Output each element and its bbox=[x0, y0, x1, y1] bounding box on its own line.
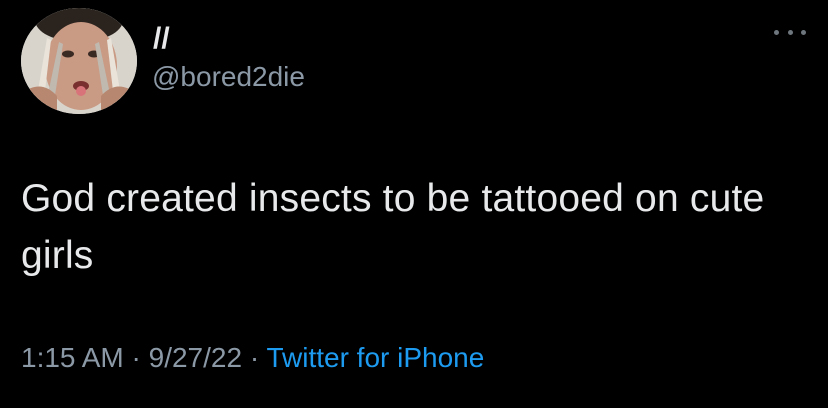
avatar-photo bbox=[21, 8, 137, 114]
meta-separator: · bbox=[131, 342, 141, 373]
more-dot bbox=[801, 29, 806, 35]
tweet-meta: 1:15 AM · 9/27/22 · Twitter for iPhone bbox=[21, 340, 484, 376]
meta-separator: · bbox=[249, 342, 260, 373]
more-dot bbox=[774, 29, 779, 35]
display-name[interactable]: // bbox=[153, 22, 170, 56]
avatar[interactable] bbox=[21, 8, 137, 114]
tweet-text: God created insects to be tattooed on cu… bbox=[21, 177, 765, 277]
user-handle[interactable]: @bored2die bbox=[152, 60, 305, 94]
tweet-date[interactable]: 9/27/22 bbox=[149, 342, 242, 373]
tweet-time[interactable]: 1:15 AM bbox=[21, 342, 124, 373]
more-dot bbox=[787, 29, 793, 35]
more-horizontal-icon[interactable] bbox=[774, 20, 806, 44]
tweet-source-link[interactable]: Twitter for iPhone bbox=[266, 342, 484, 373]
tweet-card: // @bored2die God created insects to be … bbox=[0, 0, 828, 408]
